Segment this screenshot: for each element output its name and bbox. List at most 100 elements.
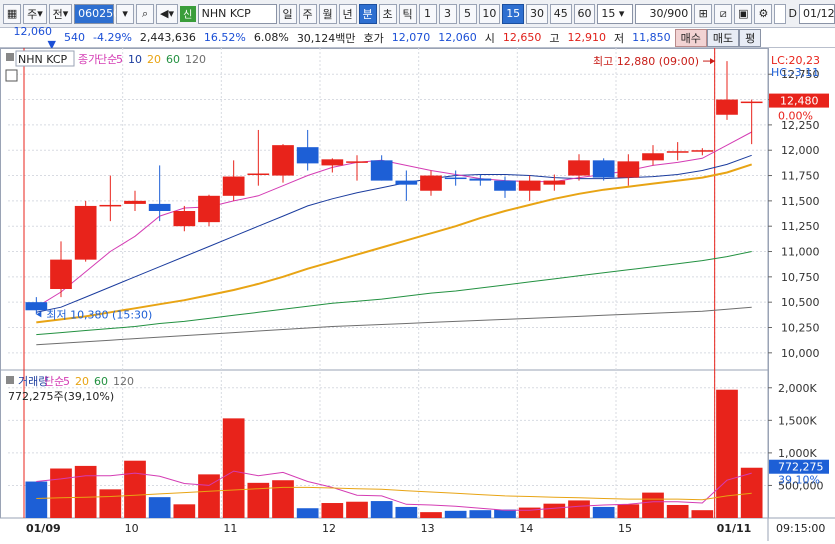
period-second[interactable]: 초: [378, 3, 397, 24]
candle-body: [568, 160, 590, 176]
volume-legend-marker: [6, 376, 14, 384]
legend-ma20: 20: [147, 53, 161, 66]
date-tick-label: 13: [421, 522, 435, 535]
count-input[interactable]: 30/900: [635, 3, 693, 24]
volume-bar: [296, 508, 319, 518]
period-day[interactable]: 일: [278, 3, 297, 24]
candle-body: [395, 180, 418, 185]
period-tick[interactable]: 틱: [398, 3, 417, 24]
volume-bar: [666, 504, 689, 518]
interval-15[interactable]: 15: [502, 3, 525, 24]
current-price-label: 12,480: [780, 95, 819, 108]
legend-ma5: 5: [116, 53, 123, 66]
chart-area[interactable]: 10,000 10,250 10,500 10,750 11,000 11,250 11,5…: [0, 48, 835, 541]
interval-5[interactable]: 5: [458, 3, 477, 24]
date-input[interactable]: 01/12: [798, 3, 835, 24]
period-month[interactable]: 월: [318, 3, 337, 24]
volume-bar: [592, 506, 615, 518]
legend-stock-name: NHN KCP: [18, 53, 68, 66]
sell-button[interactable]: 매도: [706, 28, 740, 47]
current-price: 12,060 ▼: [0, 25, 60, 51]
ask-price: 12,070: [391, 31, 431, 44]
compare-icon[interactable]: ⧄: [714, 3, 733, 24]
buy-button[interactable]: 매수: [674, 28, 707, 47]
interval-select[interactable]: 15 ▾: [597, 3, 633, 24]
period-minute[interactable]: 분: [358, 3, 377, 24]
gear-icon[interactable]: ⚙: [754, 3, 773, 24]
volume-bar: [494, 509, 516, 518]
candle-body: [494, 180, 516, 191]
volume-bar: [716, 389, 738, 518]
price-info-bar: 12,060 ▼ 540 -4.29% 2,443,636 16.52% 6.0…: [0, 25, 835, 51]
extra-button[interactable]: 평: [739, 28, 762, 47]
legend-ma-label: 단순: [97, 53, 117, 66]
candle-body: [25, 302, 48, 311]
candle-body: [444, 177, 467, 180]
interval-10[interactable]: 10: [478, 3, 501, 24]
interval-45[interactable]: 45: [549, 3, 572, 24]
candle-body: [617, 161, 640, 178]
candle-body: [370, 160, 393, 181]
mode-label: 전: [52, 7, 63, 21]
volume-bar: [321, 503, 344, 518]
interval-3[interactable]: 3: [438, 3, 457, 24]
stock-code-input[interactable]: 060250: [74, 3, 120, 24]
market-type-select[interactable]: 주 ▾: [23, 3, 47, 24]
interval-30[interactable]: 30: [526, 3, 548, 24]
date-tick-label: 12: [322, 522, 336, 535]
hc-label: HC:-3,11: [771, 66, 819, 79]
save-icon[interactable]: ▣: [734, 3, 753, 24]
candle-body: [173, 211, 196, 227]
volume-summary: 772,275주(39,10%): [8, 390, 114, 403]
code-dropdown-icon[interactable]: ▾: [116, 3, 135, 24]
candle-body: [518, 180, 541, 191]
candle-body: [543, 180, 566, 185]
volume-bar: [25, 481, 48, 518]
date-checkbox[interactable]: [774, 3, 787, 24]
open-label: 시: [484, 31, 495, 45]
current-price-value: 12,060: [13, 24, 53, 38]
volume-bar: [691, 510, 714, 518]
volume-bar: [272, 480, 294, 518]
volume-legend-ma5: 5: [63, 375, 70, 388]
period-week[interactable]: 주: [298, 3, 317, 24]
legend-price-label: 종가: [78, 53, 98, 66]
candle-body: [272, 145, 294, 176]
date-tick-label: 15: [618, 522, 632, 535]
volume-tick-label: 1,500K: [778, 414, 817, 427]
new-listing-badge: 신: [179, 5, 196, 22]
volume-bar: [173, 504, 196, 518]
mode-select[interactable]: 전 ▾: [48, 3, 73, 24]
candle-body: [99, 204, 122, 207]
market-type-label: 주: [27, 7, 38, 21]
price-change: 540: [64, 31, 85, 44]
candle-body: [74, 205, 97, 260]
price-tick-label: 10,500: [781, 296, 820, 309]
interval-1[interactable]: 1: [418, 3, 437, 24]
low-price: 11,850: [632, 31, 671, 44]
search-icon[interactable]: ⌕: [136, 3, 155, 24]
volume-bar: [99, 489, 122, 518]
candle-body: [247, 173, 270, 176]
layout-icon[interactable]: ▦: [3, 3, 22, 24]
legend-marker: [6, 53, 14, 61]
volume-tick-label: 2,000K: [778, 382, 817, 395]
period-year[interactable]: 년: [338, 3, 357, 24]
candle-body: [198, 195, 220, 223]
volume-bar: [568, 500, 590, 518]
grid-toggle-icon: [5, 69, 18, 82]
volume-tick-label: 1,000K: [778, 447, 817, 460]
candle-body: [148, 203, 171, 211]
min-price-annotation: 최저 10,380 (15:30): [46, 308, 152, 321]
current-volume-label: 772,275: [778, 461, 824, 474]
low-label: 저: [614, 31, 625, 45]
price-tick-label: 10,000: [781, 347, 820, 360]
volume-bar: [444, 510, 467, 518]
date-tick-label: 10: [125, 522, 139, 535]
time-label: 09:15:00: [776, 522, 825, 535]
grid-icon[interactable]: ⊞: [694, 3, 713, 24]
speaker-icon[interactable]: ◀▾: [156, 3, 178, 24]
volume-legend-ma120: 120: [113, 375, 134, 388]
interval-60[interactable]: 60: [573, 3, 596, 24]
candle-body: [740, 101, 763, 104]
